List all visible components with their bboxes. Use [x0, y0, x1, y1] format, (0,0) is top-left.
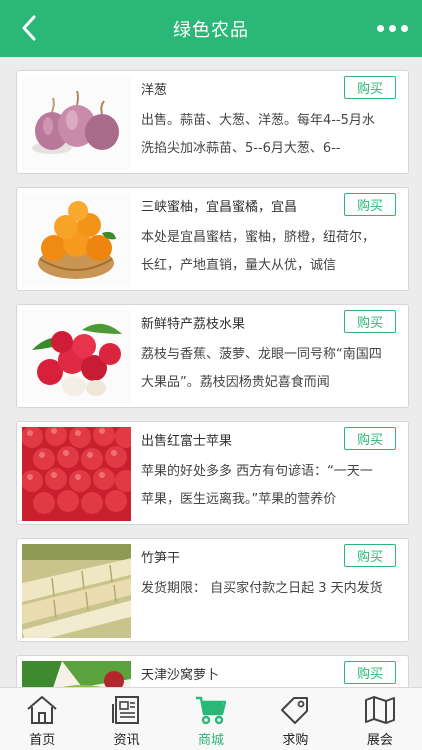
product-card[interactable]: 新鲜特产荔枝水果 购买 荔枝与香蕉、菠萝、龙眼一同号称“南国四大果品”。荔枝因杨… — [16, 304, 409, 408]
buy-button[interactable]: 购买 — [344, 193, 396, 216]
product-card[interactable]: 洋葱 购买 出售。蒜苗、大葱、洋葱。每年4--5月水洗掐尖加冰蒜苗、5--6月大… — [16, 70, 409, 174]
product-name: 天津沙窝萝卜 — [141, 668, 220, 683]
product-image-orange — [22, 193, 131, 287]
product-name: 新鲜特产荔枝水果 — [141, 317, 246, 332]
product-description: 本处是宜昌蜜桔，蜜柚，脐橙，纽荷尔，长红，产地直销，量大从优，诚信 — [141, 230, 376, 273]
app-header: 绿色农品 — [0, 0, 422, 57]
buy-button[interactable]: 购买 — [344, 310, 396, 333]
tag-icon — [281, 697, 309, 724]
cart-icon — [196, 696, 227, 725]
tab-label: 首页 — [29, 733, 56, 748]
more-menu-button[interactable] — [372, 14, 412, 42]
product-description: 苹果的好处多多 西方有句谚语：“一天一苹果，医生远离我。”苹果的营养价 — [141, 464, 373, 507]
product-name: 三峡蜜柚，宜昌蜜橘，宜昌 — [141, 200, 298, 215]
buy-button[interactable]: 购买 — [344, 427, 396, 450]
tab-shop[interactable]: 商城 — [169, 688, 253, 750]
more-dot-icon — [376, 24, 384, 32]
product-image-onion — [22, 76, 131, 170]
back-button[interactable] — [14, 12, 44, 44]
tab-purchase[interactable]: 求购 — [253, 688, 337, 750]
more-dot-icon — [400, 24, 408, 32]
product-name: 出售红富士苹果 — [141, 434, 233, 449]
news-icon — [111, 696, 139, 724]
product-image-bamboo — [22, 544, 131, 638]
tab-label: 资讯 — [113, 733, 140, 748]
product-image-apple — [22, 427, 131, 521]
tab-home[interactable]: 首页 — [0, 688, 84, 750]
tab-exhibition[interactable]: 展会 — [338, 688, 422, 750]
product-card[interactable]: 天津沙窝萝卜 购买 — [16, 655, 409, 687]
tab-label: 求购 — [282, 733, 309, 748]
product-description: 出售。蒜苗、大葱、洋葱。每年4--5月水洗掐尖加冰蒜苗、5--6月大葱、6-- — [141, 113, 375, 156]
buy-button[interactable]: 购买 — [344, 76, 396, 99]
page-title: 绿色农品 — [173, 19, 249, 41]
bottom-tab-bar: 首页 资讯 商城 求购 展会 — [0, 687, 422, 750]
product-card[interactable]: 竹笋干 购买 发货期限： 自买家付款之日起 3 天内发货 — [16, 538, 409, 642]
map-icon — [364, 696, 395, 724]
home-icon — [27, 696, 57, 724]
product-card[interactable]: 出售红富士苹果 购买 苹果的好处多多 西方有句谚语：“一天一苹果，医生远离我。”… — [16, 421, 409, 525]
product-description: 发货期限： 自买家付款之日起 3 天内发货 — [141, 581, 383, 596]
product-list: 洋葱 购买 出售。蒜苗、大葱、洋葱。每年4--5月水洗掐尖加冰蒜苗、5--6月大… — [0, 57, 422, 687]
product-name: 竹笋干 — [141, 551, 181, 566]
product-card[interactable]: 三峡蜜柚，宜昌蜜橘，宜昌 购买 本处是宜昌蜜桔，蜜柚，脐橙，纽荷尔，长红，产地直… — [16, 187, 409, 291]
buy-button[interactable]: 购买 — [344, 661, 396, 684]
product-image-radish — [22, 661, 131, 687]
product-image-lychee — [22, 310, 131, 404]
tab-label: 展会 — [366, 733, 393, 748]
tab-label: 商城 — [198, 733, 225, 748]
buy-button[interactable]: 购买 — [344, 544, 396, 567]
product-description: 荔枝与香蕉、菠萝、龙眼一同号称“南国四大果品”。荔枝因杨贵妃喜食而闻 — [141, 347, 382, 390]
product-name: 洋葱 — [141, 83, 168, 98]
tab-news[interactable]: 资讯 — [84, 688, 168, 750]
chevron-left-icon — [22, 15, 36, 41]
more-dot-icon — [388, 24, 396, 32]
